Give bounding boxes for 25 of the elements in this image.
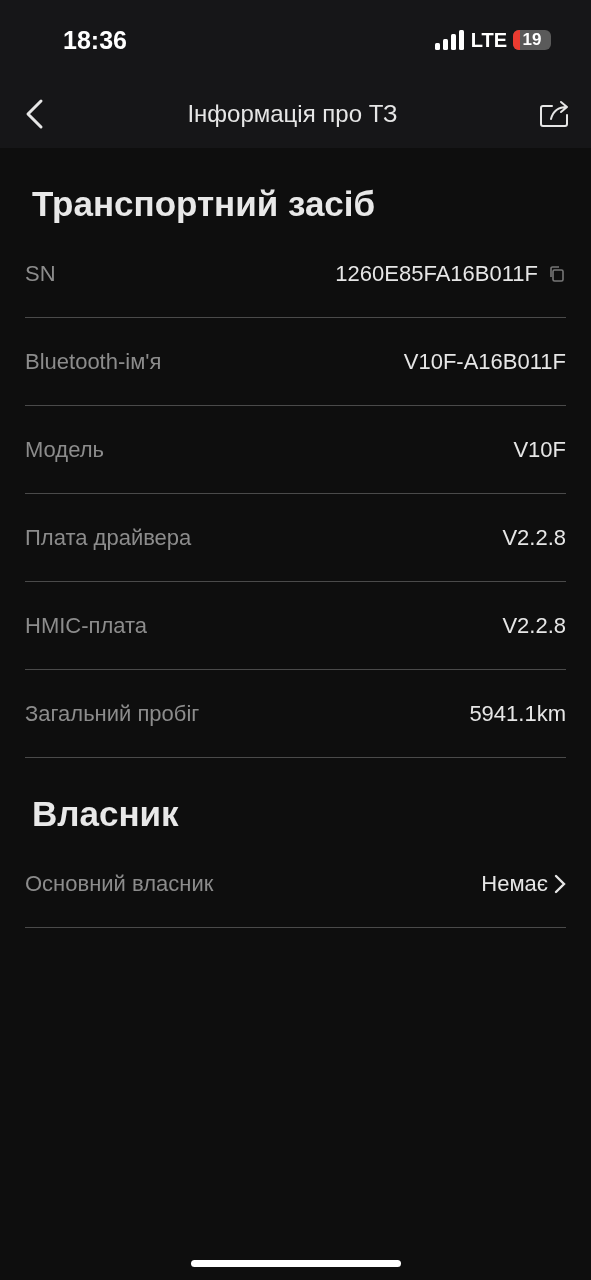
- row-label: Загальний пробіг: [25, 700, 200, 727]
- row-label: Bluetooth-ім'я: [25, 348, 162, 375]
- row-value: V2.2.8: [502, 612, 566, 639]
- copy-icon[interactable]: [548, 264, 566, 283]
- battery-icon: 19: [513, 30, 551, 50]
- row-label: Модель: [25, 436, 104, 463]
- network-label: LTE: [470, 28, 507, 52]
- row-value: 5941.1km: [469, 700, 566, 727]
- section-title: Власник: [31, 793, 180, 835]
- owner-link[interactable]: Немає: [481, 870, 566, 897]
- info-row[interactable]: Основний власник Немає: [25, 840, 566, 928]
- row-value: 1260E85FA16B011F: [335, 260, 538, 287]
- share-button[interactable]: [539, 100, 569, 128]
- screen-title: Інформація про ТЗ: [187, 100, 398, 128]
- row-label: Основний власник: [25, 870, 214, 897]
- row-value: V10F: [513, 436, 566, 463]
- section-title: Транспортний засіб: [31, 183, 377, 225]
- signal-icon: [434, 30, 465, 50]
- row-label: HMIC-плата: [25, 612, 148, 639]
- chevron-right-icon: [554, 873, 566, 894]
- row-value: V2.2.8: [502, 524, 566, 551]
- status-time: 18:36: [63, 25, 127, 55]
- row-label: SN: [25, 260, 56, 287]
- row-value: V10F-A16B011F: [403, 348, 566, 375]
- row-label: Плата драйвера: [25, 524, 192, 551]
